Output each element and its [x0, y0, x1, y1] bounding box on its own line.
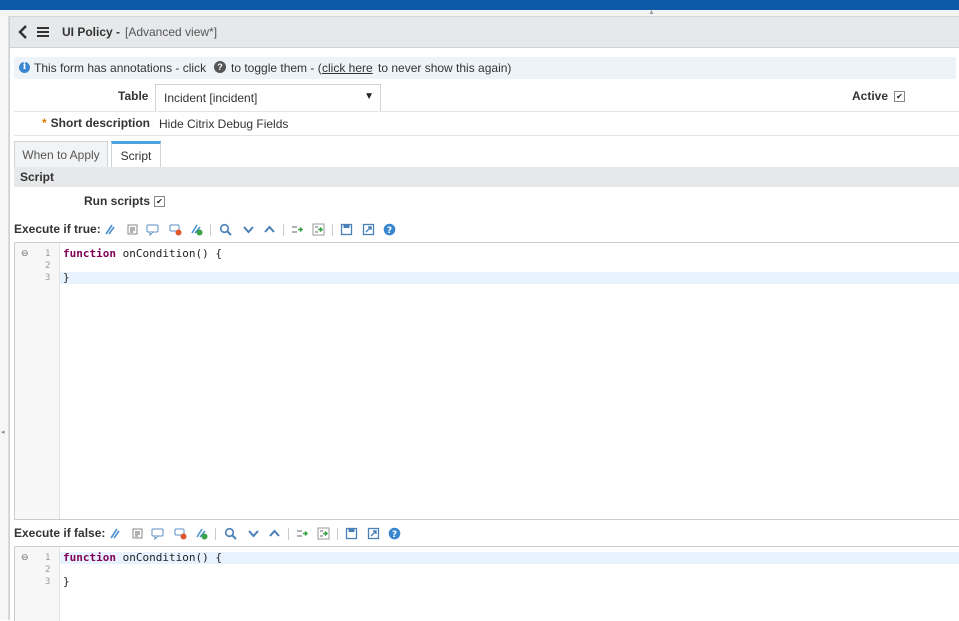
table-label: Table [118, 89, 149, 103]
splitter-grip-icon[interactable]: ▲ [648, 9, 655, 16]
line-number: 2 [45, 261, 51, 271]
replace-all-icon[interactable] [317, 527, 330, 540]
short-description-field[interactable]: Hide Citrix Debug Fields [159, 117, 288, 131]
code-keyword: function [63, 247, 116, 260]
code-keyword: function [63, 551, 116, 564]
execute-if-false-editor[interactable]: ⊖ 1 2 3 function onCondition() { } [14, 546, 959, 621]
view-label: [Advanced view*] [125, 25, 218, 39]
annotation-text-before: This form has annotations - click [34, 61, 207, 75]
save-icon[interactable] [340, 223, 353, 236]
annotation-text-after: to never show this again) [378, 61, 512, 75]
row-divider [14, 135, 959, 136]
short-description-label: * Short description [42, 116, 150, 130]
annotation-banner: i This form has annotations - click ? to… [14, 57, 956, 79]
find-next-icon[interactable] [247, 527, 260, 540]
format-icon[interactable] [103, 223, 116, 236]
table-select[interactable]: Incident [incident] ▼ [155, 84, 381, 112]
check-syntax-icon[interactable] [190, 223, 203, 236]
code-line: } [63, 575, 70, 588]
line-number: 3 [45, 577, 51, 587]
fold-toggle-icon[interactable]: ⊖ [21, 553, 29, 562]
active-label: Active [852, 89, 889, 103]
chevron-down-icon: ▼ [364, 91, 374, 102]
never-show-link[interactable]: click here [322, 61, 373, 75]
code-line: function onCondition() { [63, 551, 222, 564]
line-number: 2 [45, 565, 51, 575]
code-text: onCondition() { [115, 247, 222, 260]
required-marker: * [42, 116, 47, 130]
run-scripts-label: Run scripts [84, 194, 151, 208]
execute-if-false-label: Execute if false: [14, 526, 106, 540]
find-previous-icon[interactable] [263, 223, 276, 236]
left-splitter[interactable]: ◂ [0, 16, 9, 620]
toolbar-separator [215, 528, 216, 540]
editor-gutter: ⊖ 1 2 3 [15, 547, 60, 621]
code-text: onCondition() { [115, 551, 222, 564]
annotation-text-middle: to toggle them - ( [231, 61, 322, 75]
execute-if-true-editor[interactable]: ⊖ 1 2 3 function onCondition() { } [14, 242, 959, 520]
form-frame: UI Policy - [Advanced view*] i This form… [9, 17, 959, 621]
back-icon[interactable] [16, 23, 30, 41]
editor-gutter: ⊖ 1 2 3 [15, 243, 60, 519]
line-number: 1 [45, 553, 51, 563]
section-title: Script [20, 170, 55, 184]
comment-remove-icon[interactable] [169, 223, 182, 236]
short-description-label-text: Short description [50, 116, 151, 130]
svg-text:?: ? [387, 226, 392, 236]
help-icon[interactable]: ? [388, 527, 401, 540]
fullscreen-icon[interactable] [367, 527, 380, 540]
code-line: function onCondition() { [63, 247, 222, 260]
comment-remove-icon[interactable] [174, 527, 187, 540]
fullscreen-icon[interactable] [362, 223, 375, 236]
search-icon[interactable] [219, 223, 232, 236]
script-section-header: Script [14, 167, 959, 187]
top-splitter[interactable]: ▲ [0, 9, 959, 17]
run-scripts-checkbox[interactable]: ✔ [154, 196, 165, 207]
tab-when-to-apply[interactable]: When to Apply [14, 141, 108, 168]
page-title: UI Policy - [62, 25, 121, 39]
replace-all-icon[interactable] [312, 223, 325, 236]
toggle-annotations-icon[interactable]: ? [214, 61, 226, 73]
top-navigation-bar [0, 0, 959, 10]
toolbar-separator [283, 224, 284, 236]
toolbar-separator [337, 528, 338, 540]
toolbar-separator [288, 528, 289, 540]
row-divider [14, 111, 959, 112]
tab-script[interactable]: Script [111, 141, 161, 168]
toolbar-separator [332, 224, 333, 236]
save-icon[interactable] [345, 527, 358, 540]
check-syntax-icon[interactable] [195, 527, 208, 540]
toolbar-separator [210, 224, 211, 236]
find-next-icon[interactable] [242, 223, 255, 236]
info-icon: i [19, 62, 30, 73]
format-icon[interactable] [108, 527, 121, 540]
comment-icon[interactable] [126, 223, 139, 236]
help-icon[interactable]: ? [383, 223, 396, 236]
comment-bubble-icon[interactable] [146, 223, 159, 236]
svg-text:?: ? [392, 530, 397, 540]
form-header: UI Policy - [Advanced view*] [10, 17, 959, 48]
active-checkbox[interactable]: ✔ [894, 91, 905, 102]
table-select-value: Incident [incident] [164, 91, 258, 105]
left-splitter-grip-icon[interactable]: ◂ [1, 428, 5, 436]
execute-if-true-label: Execute if true: [14, 222, 101, 236]
replace-icon[interactable] [291, 223, 304, 236]
active-line-highlight [60, 272, 959, 284]
line-number: 3 [45, 273, 51, 283]
line-number: 1 [45, 249, 51, 259]
comment-icon[interactable] [131, 527, 144, 540]
menu-icon[interactable] [36, 25, 50, 39]
search-icon[interactable] [224, 527, 237, 540]
code-line: } [63, 271, 70, 284]
find-previous-icon[interactable] [268, 527, 281, 540]
replace-icon[interactable] [296, 527, 309, 540]
fold-toggle-icon[interactable]: ⊖ [21, 249, 29, 258]
comment-bubble-icon[interactable] [151, 527, 164, 540]
